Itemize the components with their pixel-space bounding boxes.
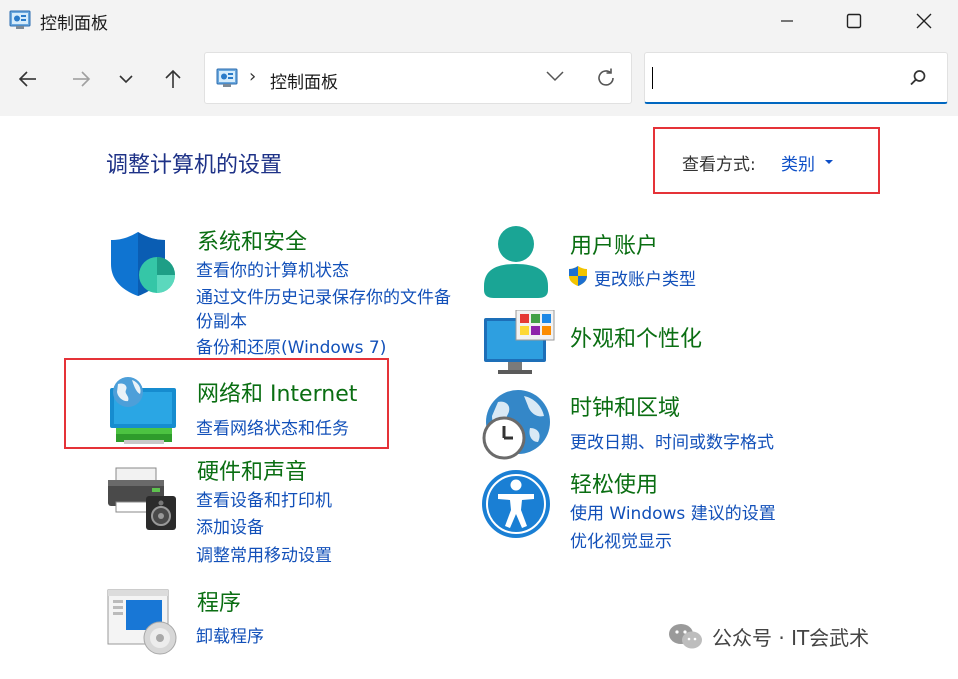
- back-button[interactable]: [13, 64, 43, 94]
- view-by-dropdown-arrow-icon[interactable]: [825, 160, 833, 164]
- up-button[interactable]: [158, 64, 188, 94]
- minimize-button[interactable]: [764, 0, 810, 42]
- category-network-internet[interactable]: 网络和 Internet: [197, 376, 357, 408]
- close-icon: [916, 13, 932, 29]
- minimize-icon: [781, 20, 793, 22]
- monitor-palette-icon[interactable]: [482, 310, 556, 376]
- category-clock-region[interactable]: 时钟和区域: [570, 390, 680, 422]
- maximize-button[interactable]: [831, 0, 877, 42]
- close-button[interactable]: [901, 0, 947, 42]
- category-ease-of-access[interactable]: 轻松使用: [570, 467, 658, 499]
- link-mobility-settings[interactable]: 调整常用移动设置: [196, 541, 332, 566]
- network-globe-icon[interactable]: [106, 374, 182, 446]
- watermark-text: 公众号 · IT会武术: [712, 626, 870, 650]
- link-add-device[interactable]: 添加设备: [196, 513, 264, 538]
- breadcrumb-control-panel[interactable]: 控制面板: [270, 68, 338, 93]
- page-title: 调整计算机的设置: [106, 153, 283, 178]
- refresh-icon[interactable]: [595, 67, 617, 89]
- arrow-right-icon: [73, 71, 91, 87]
- maximize-icon: [846, 13, 862, 29]
- watermark: 公众号 · IT会武术: [668, 622, 869, 651]
- uac-shield-icon: [569, 266, 587, 286]
- arrow-left-icon: [18, 71, 36, 87]
- category-programs[interactable]: 程序: [197, 585, 241, 617]
- link-backup-restore[interactable]: 备份和还原(Windows 7): [196, 333, 386, 358]
- address-dropdown-icon[interactable]: [545, 69, 565, 83]
- search-input[interactable]: [651, 61, 901, 95]
- shield-icon[interactable]: [106, 228, 178, 300]
- category-user-accounts[interactable]: 用户账户: [570, 228, 658, 260]
- control-panel-app-icon: [9, 10, 31, 29]
- programs-disc-icon[interactable]: [106, 588, 182, 656]
- address-bar[interactable]: › 控制面板: [204, 52, 632, 104]
- control-panel-icon: [216, 68, 238, 87]
- link-devices-printers[interactable]: 查看设备和打印机: [196, 486, 332, 511]
- arrow-up-icon: [165, 69, 181, 88]
- search-icon[interactable]: [909, 69, 927, 87]
- window-title: 控制面板: [40, 14, 108, 34]
- globe-clock-icon[interactable]: [480, 388, 554, 460]
- recent-locations-button[interactable]: [111, 64, 141, 94]
- user-icon[interactable]: [480, 224, 552, 300]
- link-recommended-settings[interactable]: 使用 Windows 建议的设置: [570, 499, 776, 524]
- search-box[interactable]: [644, 52, 948, 104]
- breadcrumb-separator: ›: [249, 66, 257, 87]
- link-date-time-format[interactable]: 更改日期、时间或数字格式: [570, 428, 774, 453]
- view-by-dropdown[interactable]: 类别: [781, 150, 815, 175]
- link-optimize-display[interactable]: 优化视觉显示: [570, 527, 672, 552]
- category-system-security[interactable]: 系统和安全: [197, 224, 307, 256]
- link-file-history-cont[interactable]: 份副本: [196, 307, 247, 332]
- chevron-down-icon: [119, 75, 133, 84]
- view-by-label: 查看方式:: [682, 155, 756, 175]
- link-network-status[interactable]: 查看网络状态和任务: [196, 414, 349, 439]
- accessibility-icon[interactable]: [480, 468, 554, 542]
- link-uninstall-program[interactable]: 卸载程序: [196, 622, 264, 647]
- navigation-bar: › 控制面板: [0, 42, 958, 116]
- printer-speaker-icon[interactable]: [106, 466, 182, 532]
- link-file-history[interactable]: 通过文件历史记录保存你的文件备: [196, 283, 451, 308]
- category-appearance[interactable]: 外观和个性化: [570, 321, 702, 353]
- title-bar: 控制面板: [0, 0, 958, 42]
- forward-button[interactable]: [66, 64, 96, 94]
- link-view-computer-status[interactable]: 查看你的计算机状态: [196, 256, 349, 281]
- text-caret: [652, 67, 653, 89]
- category-hardware-sound[interactable]: 硬件和声音: [197, 454, 307, 486]
- wechat-logo-icon: [669, 623, 702, 648]
- link-change-account-type[interactable]: 更改账户类型: [594, 265, 696, 290]
